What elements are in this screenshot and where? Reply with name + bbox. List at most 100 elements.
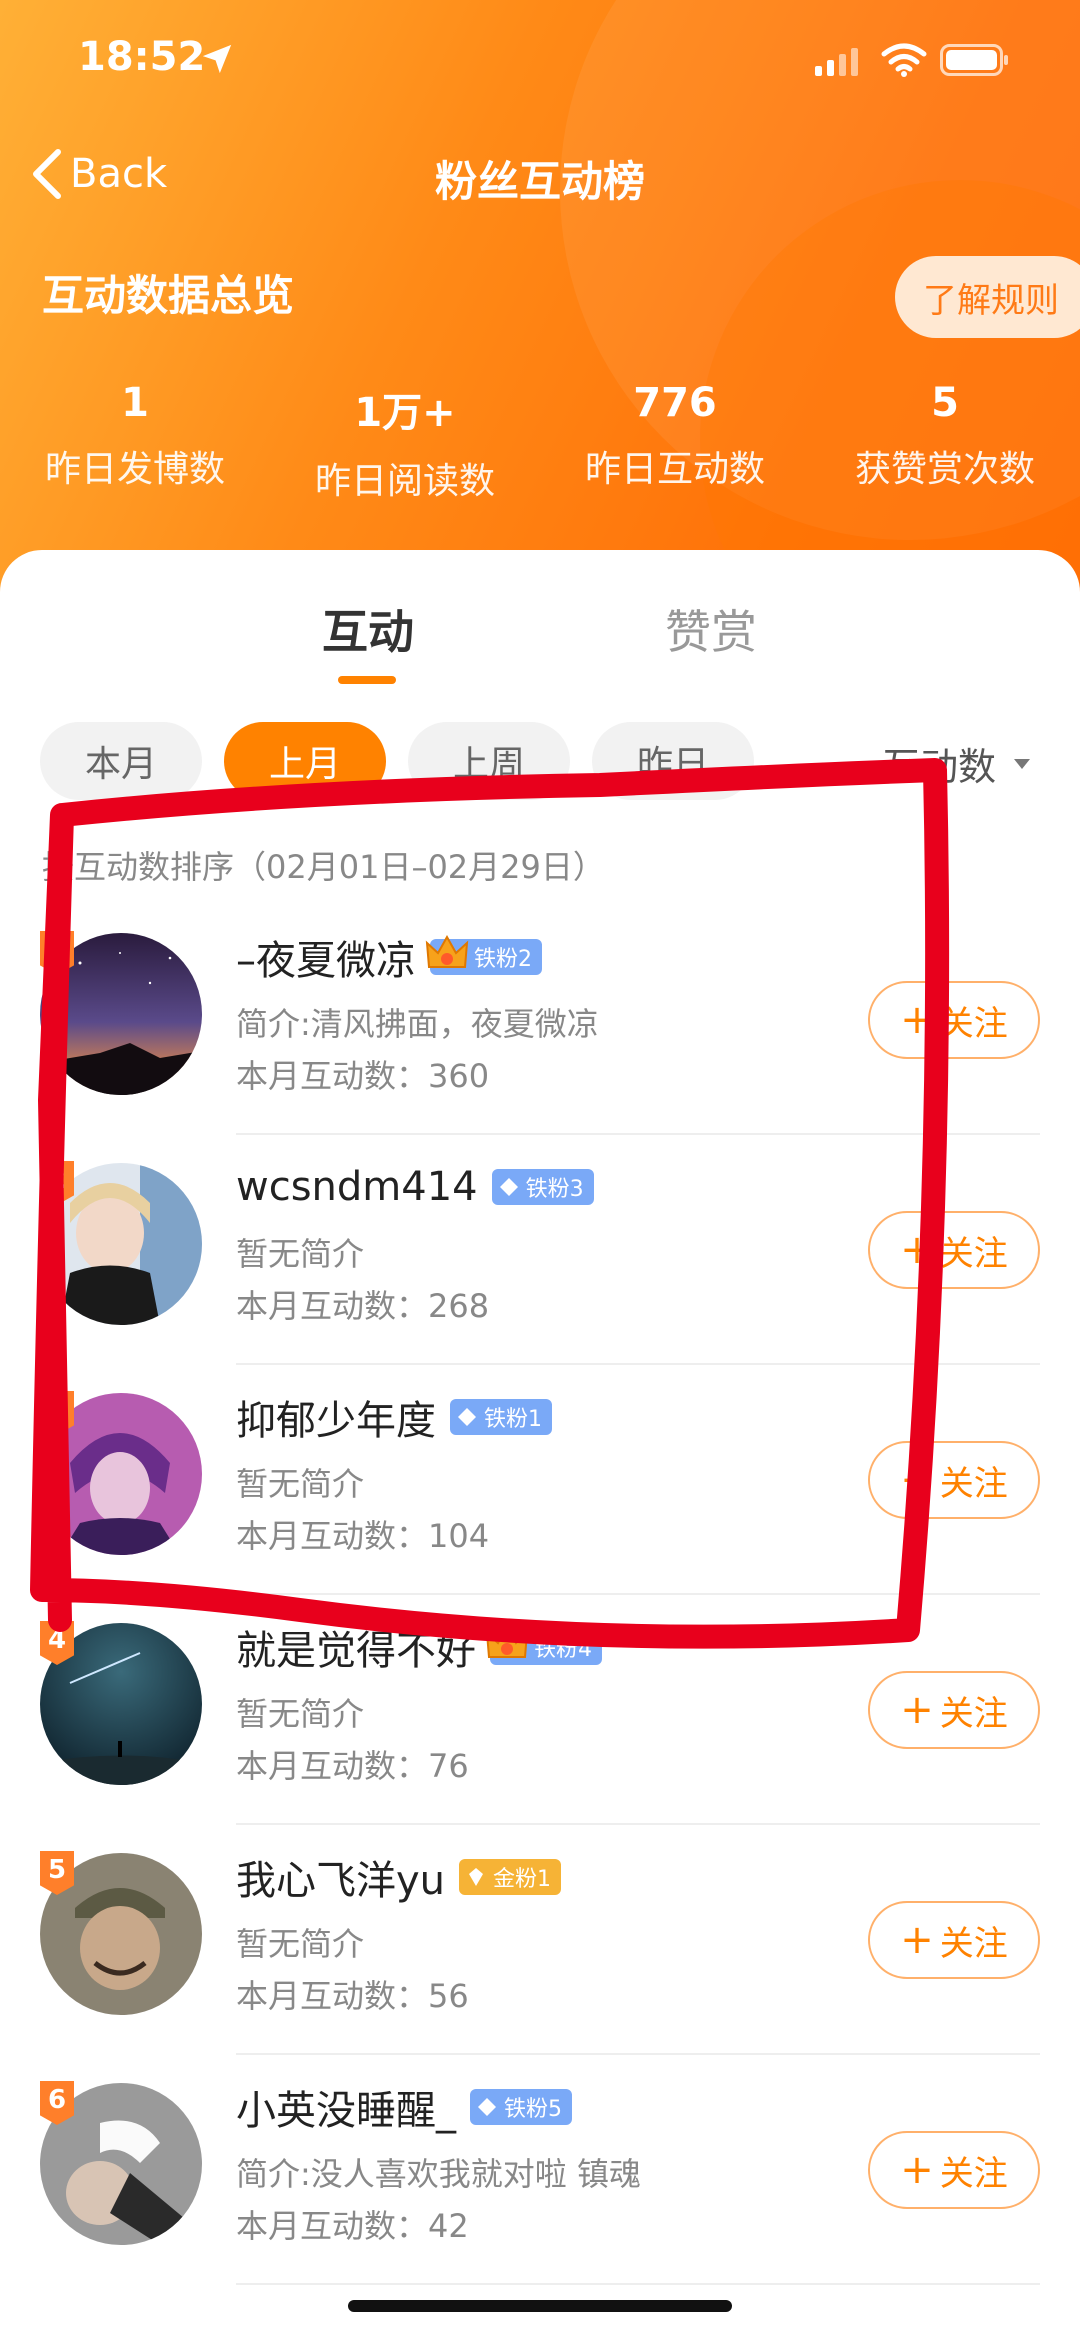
fan-interaction-count: 本月互动数：268 [236,1287,490,1325]
fan-level-badge: 铁粉5 [470,2089,572,2125]
list-item[interactable]: 4 就是觉得不好 铁粉4 暂无简介 本月互动数：76 + 关注 [0,1595,1080,1825]
fan-name-row: 抑郁少年度 铁粉1 [236,1387,552,1447]
sort-label: 互动数 [882,745,997,789]
fan-level-badge: 铁粉3 [491,1169,594,1205]
stat-interactions-yesterday: 776 昨日互动数 [540,380,810,504]
badge-label: 金粉1 [493,1867,552,1892]
stat-label: 昨日阅读数 [314,461,495,502]
fan-intro: 暂无简介 [236,1925,365,1963]
fan-name-row: 小英没睡醒_ 铁粉5 [236,2077,572,2137]
crown-icon [425,934,469,968]
fan-intro: 简介:清风拂面，夜夏微凉 [236,1005,599,1043]
stat-reads-yesterday: 1万+ 昨日阅读数 [270,380,540,504]
wifi-icon [881,43,927,77]
fan-name-row: –夜夏微凉 铁粉2 [236,927,542,987]
follow-label: 关注 [939,1233,1008,1274]
crown-icon [485,1624,529,1658]
plus-icon: + [900,1917,934,1963]
fan-intro: 暂无简介 [236,1695,365,1733]
fan-level-badge: 铁粉2 [425,934,542,975]
stat-value: 5 [931,380,959,426]
stat-value: 1万+ [354,390,456,436]
diamond-icon [458,1408,476,1426]
follow-label: 关注 [939,2153,1008,2194]
battery-icon [940,44,1008,76]
list-item[interactable]: 6 小英没睡醒_ 铁粉5 简介:没人喜欢我就对啦 镇魂 本月互动数：42 + 关注 [0,2055,1080,2285]
stat-rewards: 5 获赞赏次数 [810,380,1080,504]
status-time: 18:52 [78,34,206,80]
fan-interaction-count: 本月互动数：360 [236,1057,490,1095]
follow-label: 关注 [939,1693,1008,1734]
badge-label: 铁粉1 [484,1407,542,1432]
stat-label: 昨日互动数 [584,449,765,490]
stat-value: 1 [121,380,149,426]
fan-name[interactable]: 小英没睡醒_ [236,2078,456,2136]
plus-icon: + [900,997,934,1043]
sort-description: 按互动数排序（02月01日–02月29日） [42,848,605,886]
follow-label: 关注 [939,1463,1008,1504]
fan-name-row: 就是觉得不好 铁粉4 [236,1617,602,1677]
stat-label: 获赞赏次数 [854,449,1035,490]
tab-reward[interactable]: 赞赏 [665,596,757,662]
plus-icon: + [900,1687,934,1733]
list-item[interactable]: 3 抑郁少年度 铁粉1 暂无简介 本月互动数：104 + 关注 [0,1365,1080,1595]
stat-posts-yesterday: 1 昨日发博数 [0,380,270,504]
filter-last-week[interactable]: 上周 [408,722,570,800]
active-tab-indicator [338,676,396,684]
period-filters: 本月 上月 上周 昨日 [40,722,776,800]
cellular-signal-icon [815,48,858,76]
fan-interaction-count: 本月互动数：56 [236,1977,469,2015]
list-item[interactable]: 1 –夜夏微凉 铁粉2 简介:清风拂面，夜夏微凉 本月互动数：360 + 关注 [0,905,1080,1135]
follow-button[interactable]: + 关注 [868,2131,1040,2209]
follow-button[interactable]: + 关注 [868,1901,1040,1979]
home-indicator [348,2300,732,2312]
list-item[interactable]: 5 我心飞洋yu 金粉1 暂无简介 本月互动数：56 + 关注 [0,1825,1080,2055]
sort-dropdown[interactable]: 互动数 [882,736,1032,791]
fan-name[interactable]: wcsndm414 [236,1164,478,1210]
badge-label: 铁粉3 [525,1177,584,1202]
fan-name-row: 我心飞洋yu 金粉1 [236,1847,562,1907]
fan-interaction-count: 本月互动数：104 [236,1517,490,1555]
follow-label: 关注 [939,1003,1008,1044]
divider [236,2283,1040,2285]
overview-stats: 1 昨日发博数 1万+ 昨日阅读数 776 昨日互动数 5 获赞赏次数 [0,380,1080,504]
fan-interaction-count: 本月互动数：76 [236,1747,469,1785]
page-title: 粉丝互动榜 [434,157,645,206]
filter-yesterday[interactable]: 昨日 [592,722,754,800]
fan-intro: 暂无简介 [236,1235,365,1273]
stat-value: 776 [633,380,717,426]
filter-this-month[interactable]: 本月 [40,722,202,800]
location-arrow-icon [202,44,232,74]
overview-title: 互动数据总览 [42,271,295,320]
diamond-icon [478,2098,496,2116]
follow-button[interactable]: + 关注 [868,981,1040,1059]
fan-name[interactable]: 就是觉得不好 [236,1618,476,1676]
fan-list: 1 –夜夏微凉 铁粉2 简介:清风拂面，夜夏微凉 本月互动数：360 + 关注 2… [0,905,1080,2285]
fan-intro: 简介:没人喜欢我就对啦 镇魂 [236,2155,641,2193]
tab-interaction[interactable]: 互动 [322,596,414,662]
follow-label: 关注 [939,1923,1008,1964]
badge-label: 铁粉2 [474,947,532,972]
follow-button[interactable]: + 关注 [868,1211,1040,1289]
stat-label: 昨日发博数 [44,449,225,490]
filter-last-month[interactable]: 上月 [224,722,386,800]
rules-button[interactable]: 了解规则 [895,256,1080,338]
plus-icon: + [900,1227,934,1273]
plus-icon: + [900,1457,934,1503]
badge-label: 铁粉5 [504,2097,562,2122]
fan-intro: 暂无简介 [236,1465,365,1503]
plus-icon: + [900,2147,934,2193]
fan-name[interactable]: 我心飞洋yu [236,1848,445,1906]
diamond-icon [499,1178,518,1196]
fan-level-badge: 铁粉1 [450,1399,552,1435]
follow-button[interactable]: + 关注 [868,1441,1040,1519]
fan-interaction-count: 本月互动数：42 [236,2207,469,2245]
follow-button[interactable]: + 关注 [868,1671,1040,1749]
list-item[interactable]: 2 wcsndm414 铁粉3 暂无简介 本月互动数：268 + 关注 [0,1135,1080,1365]
fan-level-badge: 铁粉4 [485,1624,602,1665]
fan-name[interactable]: 抑郁少年度 [236,1388,436,1446]
fan-name[interactable]: –夜夏微凉 [236,928,416,986]
badge-label: 铁粉4 [534,1637,592,1662]
caret-down-icon [1014,758,1031,769]
tab-bar: 互动 赞赏 [0,596,1080,696]
